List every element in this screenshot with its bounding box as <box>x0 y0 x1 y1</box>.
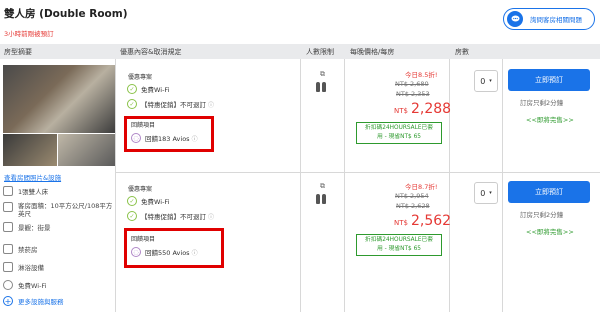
more-facilities-link[interactable]: + 更多設施與服務 <box>3 296 64 306</box>
view-photos-link[interactable]: 查看房間照片&設施 <box>4 172 61 182</box>
area-icon <box>3 202 13 212</box>
no-smoking-icon <box>3 244 13 254</box>
header-price: 每晚價格/每房 <box>350 48 395 56</box>
sold-out-soon: <<即將完售>> <box>526 228 574 236</box>
wifi-icon: ✓ <box>127 84 137 94</box>
facility-item: 1張雙人床 <box>3 186 113 198</box>
check-icon: ✓ <box>127 211 137 221</box>
reward-item: ◌ 回饋550 Avios ⓘ <box>131 247 198 257</box>
wifi-icon: ✓ <box>127 196 137 206</box>
facility-item: 客房面積：10平方公尺/108平方英尺 <box>3 202 113 222</box>
room-photo-thumb-1[interactable] <box>3 134 57 166</box>
reward-item: ◌ 回饋183 Avios ⓘ <box>131 133 198 143</box>
info-icon[interactable]: ⧉ <box>320 70 325 79</box>
perk-wifi: ✓ 免費Wi-Fi <box>127 84 170 94</box>
original-price-secondary: NT$ 2,353 <box>396 90 430 98</box>
coupon-applied-box: 折扣碼24HOURSALE已套 用 - 現省NT$ 65 <box>356 122 442 144</box>
facility-item: 淋浴設備 <box>3 262 113 274</box>
info-icon[interactable]: ⓘ <box>192 248 198 257</box>
header-people: 人數限制 <box>306 48 334 56</box>
info-icon[interactable]: ⓘ <box>192 134 198 143</box>
perks-title: 優惠專案 <box>128 186 153 193</box>
chevron-down-icon: ▾ <box>489 78 492 84</box>
table-header: 房型摘要 優惠內容&取消規定 人數限制 每晚價格/每房 房數 <box>0 44 600 59</box>
room-title: 雙人房 (Double Room) <box>4 8 128 20</box>
original-price: NT$ 2,680 <box>395 80 429 88</box>
perks-title: 優惠專案 <box>128 74 153 81</box>
book-now-button[interactable]: 立即預訂 <box>508 181 590 203</box>
perk-cancel-policy[interactable]: ✓ 【特惠促銷】不可退訂 ⓘ <box>127 99 214 109</box>
wifi-icon <box>3 280 13 290</box>
facility-list: 1張雙人床 客房面積：10平方公尺/108平方英尺 景觀：街景 禁菸房 淋浴設備… <box>3 186 113 292</box>
remaining-notice: 訂房只剩2分鐘 <box>520 211 564 219</box>
facility-item: 免費Wi-Fi <box>3 280 113 292</box>
original-price: NT$ 2,954 <box>395 192 429 200</box>
booked-notice: 3小時前剛被預訂 <box>4 30 54 38</box>
rooms-select[interactable]: 0 ▾ <box>474 182 498 204</box>
perk-wifi: ✓ 免費Wi-Fi <box>127 196 170 206</box>
facility-item: 景觀：街景 <box>3 222 113 234</box>
people-icon <box>316 194 326 204</box>
info-icon[interactable]: ⓘ <box>208 212 214 221</box>
chat-icon <box>507 11 523 27</box>
ask-question-label: 詢問客房相關問題 <box>530 16 582 24</box>
bed-icon <box>3 186 13 196</box>
final-price: NT$ 2,288 <box>394 101 452 117</box>
room-photo-main[interactable] <box>3 65 115 133</box>
avios-icon: ◌ <box>131 247 141 257</box>
original-price-secondary: NT$ 2,628 <box>396 202 430 210</box>
discount-badge: 今日8.7折! <box>405 183 438 191</box>
info-icon[interactable]: ⓘ <box>208 100 214 109</box>
view-icon <box>3 222 13 232</box>
chevron-down-icon: ▾ <box>489 190 492 196</box>
discount-badge: 今日8.5折! <box>405 71 438 79</box>
sold-out-soon: <<即將完售>> <box>526 116 574 124</box>
header-rooms: 房數 <box>455 48 469 56</box>
header-summary: 房型摘要 <box>4 48 32 56</box>
reward-highlight-box: 回饋項目 ◌ 回饋550 Avios ⓘ <box>124 228 224 268</box>
plus-icon: + <box>3 296 13 306</box>
perk-cancel-policy[interactable]: ✓ 【特惠促銷】不可退訂 ⓘ <box>127 211 214 221</box>
reward-highlight-box: 回饋項目 ◌ 回饋183 Avios ⓘ <box>124 116 214 152</box>
ask-question-button[interactable]: 詢問客房相關問題 <box>503 8 595 30</box>
reward-title: 回饋項目 <box>131 236 156 243</box>
header-perks: 優惠內容&取消規定 <box>120 48 182 56</box>
rooms-select[interactable]: 0 ▾ <box>474 70 498 92</box>
room-photo-thumb-2[interactable] <box>58 134 115 166</box>
check-icon: ✓ <box>127 99 137 109</box>
avios-icon: ◌ <box>131 133 141 143</box>
reward-title: 回饋項目 <box>131 122 156 129</box>
people-icon <box>316 82 326 92</box>
info-icon[interactable]: ⧉ <box>320 182 325 191</box>
remaining-notice: 訂房只剩2分鐘 <box>520 99 564 107</box>
final-price: NT$ 2,562 <box>394 213 452 229</box>
facility-item: 禁菸房 <box>3 244 113 256</box>
book-now-button[interactable]: 立即預訂 <box>508 69 590 91</box>
shower-icon <box>3 262 13 272</box>
coupon-applied-box: 折扣碼24HOURSALE已套 用 - 現省NT$ 65 <box>356 234 442 256</box>
